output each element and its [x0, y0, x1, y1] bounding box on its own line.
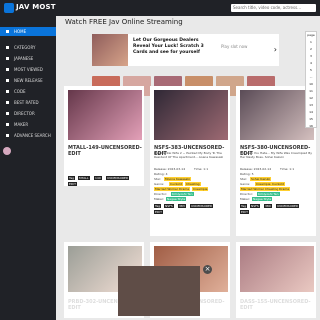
ad-image[interactable]: [92, 34, 128, 66]
user-icon: [6, 112, 9, 115]
avatar[interactable]: [3, 147, 11, 155]
genre-badge[interactable]: Drama: [278, 187, 291, 191]
home-icon: [6, 30, 9, 33]
flag-icon: [6, 57, 9, 60]
tag-badge[interactable]: Tag: [240, 204, 248, 208]
video-thumbnail[interactable]: [68, 90, 142, 140]
video-description: New Hentai Wife 2 ~ Painted My Body To T…: [154, 151, 224, 159]
sidebar-item-best-rated[interactable]: BEST RATED: [0, 98, 56, 107]
video-card[interactable]: NSFS-380-UNCENSORED-EDIT The Man You Hat…: [236, 86, 316, 236]
video-title[interactable]: MTALL-149-UNCENSORED-EDIT: [68, 145, 144, 157]
eye-icon: [6, 68, 9, 71]
star-badge[interactable]: Sohei Kazuki: [250, 177, 272, 181]
ad-go-icon[interactable]: ›: [274, 45, 277, 54]
page-label: page: [307, 33, 315, 37]
time-label: Time: 1:1: [194, 167, 209, 171]
page-button[interactable]: 11: [306, 88, 316, 95]
tag-badge[interactable]: 383: [178, 204, 186, 208]
sidebar-item-japanese[interactable]: JAPANESE: [0, 54, 56, 63]
sidebar: HOME CATEGORY JAPANESE MOST VIEWED NEW R…: [0, 16, 56, 320]
maker-label: Maker:: [154, 197, 165, 201]
page-button[interactable]: 15: [306, 116, 316, 123]
sidebar-item-home[interactable]: HOME: [0, 27, 56, 36]
video-title[interactable]: DASS-155-UNCENSORED-EDIT: [240, 299, 316, 311]
new-icon: [6, 79, 9, 82]
tag-badge[interactable]: Tag: [154, 204, 162, 208]
video-card[interactable]: DASS-155-UNCENSORED-EDIT: [236, 242, 316, 318]
tag-badge[interactable]: MTALL: [78, 176, 90, 180]
page-button[interactable]: 1: [306, 39, 316, 46]
page-ellipsis: ...: [309, 75, 313, 79]
page-button[interactable]: 12: [306, 95, 316, 102]
genre-badge[interactable]: Cheating: [185, 182, 201, 186]
close-icon[interactable]: ×: [203, 265, 212, 274]
page-title: Watch FREE Jav Online Streaming: [65, 18, 183, 26]
grid-icon: [6, 46, 9, 49]
page-button[interactable]: 14: [306, 109, 316, 116]
brand[interactable]: JAV MOST: [16, 3, 56, 11]
genre-badge[interactable]: Cuckold: [169, 182, 183, 186]
video-thumbnail[interactable]: [240, 246, 314, 292]
tag-badge[interactable]: EDIT: [240, 210, 249, 214]
tag-badge[interactable]: NSFS: [164, 204, 174, 208]
page-button[interactable]: 3: [306, 53, 316, 60]
ad-banner[interactable]: Let Our Gorgeous Dealers Reveal Your Luc…: [92, 34, 279, 66]
code-icon: [6, 90, 9, 93]
genre-badge[interactable]: Creampie: [255, 182, 272, 186]
star-icon: [6, 101, 9, 104]
maker-label: Maker:: [240, 197, 251, 201]
tag-badge[interactable]: UNCENSORED: [106, 176, 130, 180]
page-button[interactable]: 5: [306, 67, 316, 74]
sidebar-item-advance-search[interactable]: ADVANCE SEARCH: [0, 131, 56, 140]
tag-badge[interactable]: UNCENSORED: [276, 204, 300, 208]
time-label: Time: 1:1: [280, 167, 295, 171]
genre-badge[interactable]: Creampie: [192, 187, 209, 191]
page-button[interactable]: 10: [306, 81, 316, 88]
page-button[interactable]: 2: [306, 46, 316, 53]
tag-badge[interactable]: NSFS: [250, 204, 260, 208]
logo-icon[interactable]: [4, 3, 14, 13]
tag-badge[interactable]: EDIT: [154, 210, 163, 214]
genre-badge[interactable]: Drama: [178, 187, 191, 191]
page-button[interactable]: 4: [306, 60, 316, 67]
factory-icon: [6, 123, 9, 126]
ad-title[interactable]: Let Our Gorgeous Dealers Reveal Your Luc…: [133, 38, 213, 56]
director-badge[interactable]: Kimiyoshi Ten: [257, 192, 280, 196]
search-input[interactable]: Search title, video code, actress...: [231, 4, 316, 12]
page-button[interactable]: 13: [306, 102, 316, 109]
maker-badge[interactable]: Nagae Style: [252, 197, 273, 201]
video-thumbnail[interactable]: [240, 90, 314, 140]
video-card[interactable]: NSFS-383-UNCENSORED-EDIT New Hentai Wife…: [150, 86, 230, 236]
sidebar-item-code[interactable]: CODE: [0, 87, 56, 96]
tag-badge[interactable]: 149: [94, 176, 102, 180]
sticky-ad[interactable]: [118, 266, 200, 316]
video-card[interactable]: MTALL-149-UNCENSORED-EDIT Tag MTALL 149 …: [64, 86, 144, 186]
sidebar-item-category[interactable]: CATEGORY: [0, 43, 56, 52]
sidebar-item-maker[interactable]: MAKER: [0, 120, 56, 129]
sidebar-item-most-viewed[interactable]: MOST VIEWED: [0, 65, 56, 74]
search-icon: [6, 134, 9, 137]
pagination: page 1 2 3 4 5 ... 10 11 12 13 14 15 16: [305, 31, 317, 128]
video-thumbnail[interactable]: [154, 90, 228, 140]
star-badge[interactable]: Moona Kawasaki: [164, 177, 191, 181]
sidebar-item-new-release[interactable]: NEW RELEASE: [0, 76, 56, 85]
tag-badge[interactable]: Tag: [68, 176, 76, 180]
ad-button[interactable]: Play slot now: [221, 44, 247, 49]
top-bar: JAV MOST Search title, video code, actre…: [0, 0, 320, 16]
tag-badge[interactable]: UNCENSORED: [190, 204, 214, 208]
genre-badge[interactable]: Married Woman: [240, 187, 266, 191]
genre-badge[interactable]: Cuckold: [271, 182, 285, 186]
maker-badge[interactable]: Nagae Style: [166, 197, 187, 201]
genre-badge[interactable]: Married Woman: [154, 187, 180, 191]
tag-badge[interactable]: 380: [264, 204, 272, 208]
video-description: The Man You Hate... My Wife Was Creampie…: [240, 151, 313, 159]
tag-badge[interactable]: EDIT: [68, 182, 77, 186]
page-button[interactable]: 16: [306, 123, 316, 130]
sidebar-item-director[interactable]: DIRECTOR: [0, 109, 56, 118]
director-badge[interactable]: Kimiyoshi Ten: [171, 192, 194, 196]
